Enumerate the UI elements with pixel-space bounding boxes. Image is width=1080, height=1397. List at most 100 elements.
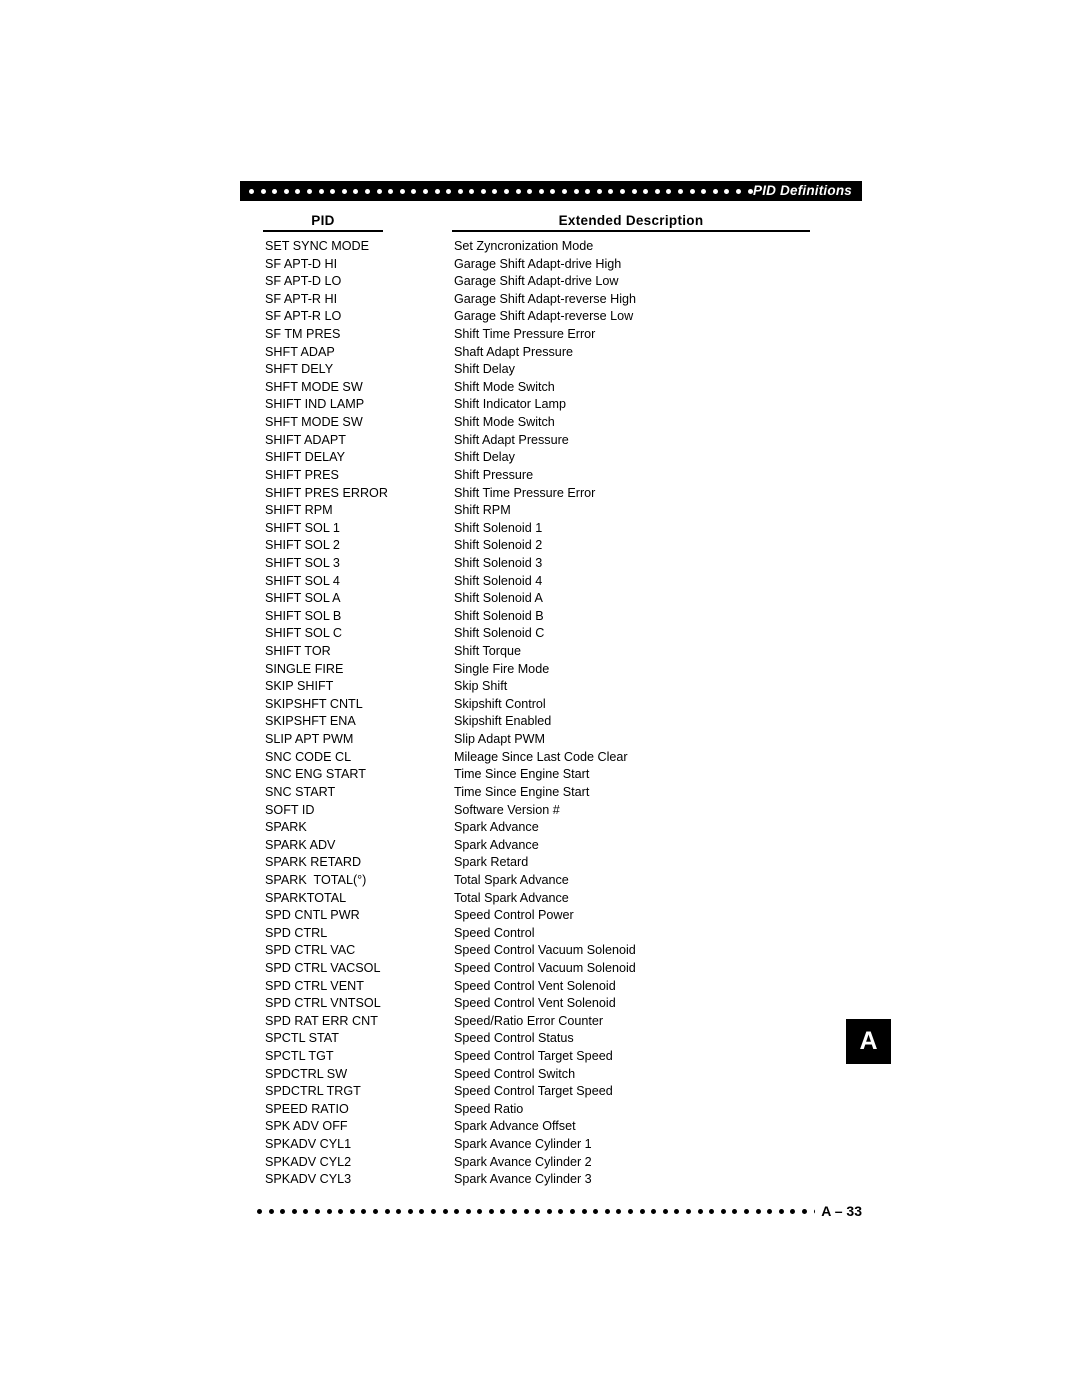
- ornament-dot: [376, 188, 382, 194]
- pid-description-cell: Shaft Adapt Pressure: [454, 344, 574, 359]
- pid-description-cell: Speed Control Target Speed: [454, 1084, 613, 1099]
- table-row: SPARKTOTAL Total Spark Advance: [0, 890, 1080, 908]
- ornament-dot: [465, 1208, 471, 1214]
- pid-name-cell: SPARK: [265, 820, 307, 835]
- pid-name-cell: SHIFT DELAY: [265, 450, 346, 465]
- table-row: SPCTL STAT Speed Control Status: [0, 1030, 1080, 1048]
- ornament-dot: [523, 1208, 529, 1214]
- table-row: SNC CODE CL Mileage Since Last Code Clear: [0, 749, 1080, 767]
- ornament-dot: [306, 188, 312, 194]
- appendix-tab-marker: A: [846, 1019, 891, 1064]
- pid-description-cell: Slip Adapt PWM: [454, 732, 545, 747]
- pid-name-cell: SPDCTRL SW: [265, 1066, 348, 1081]
- pid-description-cell: Time Since Engine Start: [454, 767, 590, 782]
- ornament-dot: [280, 1208, 286, 1214]
- pid-description-cell: Spark Retard: [454, 855, 529, 870]
- ornament-dot: [767, 1208, 773, 1214]
- ornament-dot: [303, 1208, 309, 1214]
- pid-name-cell: SPD CTRL VAC: [265, 943, 356, 958]
- pid-name-cell: SHIFT PRES: [265, 467, 339, 482]
- pid-description-cell: Shift Solenoid 1: [454, 520, 543, 535]
- ornament-dot: [654, 188, 660, 194]
- pid-name-cell: SF TM PRES: [265, 327, 341, 342]
- pid-name-cell: SPKADV CYL2: [265, 1154, 352, 1169]
- ornament-dot: [364, 188, 370, 194]
- pid-description-cell: Shift Mode Switch: [454, 415, 555, 430]
- ornament-dot: [326, 1208, 332, 1214]
- table-row: SPKADV CYL1 Spark Avance Cylinder 1: [0, 1136, 1080, 1154]
- pid-description-cell: Software Version #: [454, 802, 560, 817]
- column-header-pid-rule: [263, 230, 383, 232]
- table-row: SF APT-R HI Garage Shift Adapt-reverse Hi…: [0, 291, 1080, 309]
- column-header-description-rule: [452, 230, 810, 232]
- pid-description-cell: Speed Ratio: [454, 1101, 524, 1116]
- table-row: SHIFT TOR Shift Torque: [0, 643, 1080, 661]
- pid-description-cell: Spark Advance: [454, 820, 539, 835]
- pid-name-cell: SF APT-R HI: [265, 291, 338, 306]
- pid-name-cell: SPD CTRL VACSOL: [265, 960, 381, 975]
- pid-description-cell: Speed Control Power: [454, 908, 574, 923]
- ornament-dot: [546, 1208, 552, 1214]
- table-row: SHIFT SOL 1 Shift Solenoid 1: [0, 520, 1080, 538]
- pid-description-cell: Spark Advance: [454, 837, 539, 852]
- pid-name-cell: SKIP SHIFT: [265, 679, 334, 694]
- table-row: SPEED RATIO Speed Ratio: [0, 1101, 1080, 1119]
- ornament-dot: [743, 1208, 749, 1214]
- pid-name-cell: SPD CTRL: [265, 925, 328, 940]
- pid-name-cell: SHFT MODE SW: [265, 379, 363, 394]
- table-row: SHIFT SOL 2 Shift Solenoid 2: [0, 537, 1080, 555]
- ornament-dot: [666, 188, 672, 194]
- pid-name-cell: SPEED RATIO: [265, 1101, 349, 1116]
- ornament-dot: [480, 188, 486, 194]
- pid-description-cell: Shift Solenoid 3: [454, 555, 543, 570]
- pid-description-cell: Garage Shift Adapt-reverse Low: [454, 309, 634, 324]
- table-row: SHFT MODE SW Shift Mode Switch: [0, 379, 1080, 397]
- table-row: SPDCTRL SW Speed Control Switch: [0, 1066, 1080, 1084]
- table-row: SHIFT PRES Shift Pressure: [0, 467, 1080, 485]
- pid-description-cell: Shift Delay: [454, 450, 515, 465]
- pid-description-cell: Speed Control Vacuum Solenoid: [454, 960, 636, 975]
- pid-description-cell: Garage Shift Adapt-drive Low: [454, 274, 619, 289]
- pid-name-cell: SNC ENG START: [265, 767, 366, 782]
- pid-name-cell: SPD RAT ERR CNT: [265, 1013, 378, 1028]
- ornament-dot: [585, 188, 591, 194]
- pid-description-cell: Time Since Engine Start: [454, 784, 590, 799]
- ornament-dot: [396, 1208, 402, 1214]
- table-row: SPARK Spark Advance: [0, 819, 1080, 837]
- table-row: SHIFT SOL B Shift Solenoid B: [0, 608, 1080, 626]
- pid-description-cell: Single Fire Mode: [454, 661, 550, 676]
- ornament-dot: [712, 188, 718, 194]
- pid-name-cell: SPKADV CYL1: [265, 1137, 352, 1152]
- ornament-dot: [388, 188, 394, 194]
- pid-description-cell: Shift Solenoid A: [454, 591, 543, 606]
- ornament-dot: [411, 188, 417, 194]
- pid-description-cell: Shift Adapt Pressure: [454, 432, 569, 447]
- ornament-dot: [272, 188, 278, 194]
- pid-description-cell: Garage Shift Adapt-drive High: [454, 256, 622, 271]
- table-row: SPARK ADV Spark Advance: [0, 837, 1080, 855]
- pid-description-cell: Spark Avance Cylinder 1: [454, 1137, 592, 1152]
- pid-name-cell: SHFT ADAP: [265, 344, 335, 359]
- pid-name-cell: SHIFT SOL C: [265, 626, 342, 641]
- pid-name-cell: SPD CTRL VNTSOL: [265, 996, 381, 1011]
- pid-description-cell: Speed/Ratio Error Counter: [454, 1013, 604, 1028]
- pid-description-cell: Speed Control Target Speed: [454, 1049, 613, 1064]
- ornament-dot: [457, 188, 463, 194]
- ornament-dot: [515, 188, 521, 194]
- pid-name-cell: SLIP APT PWM: [265, 732, 354, 747]
- table-row: SHIFT RPM Shift RPM: [0, 502, 1080, 520]
- pid-description-cell: Shift Indicator Lamp: [454, 397, 567, 412]
- pid-name-cell: SHIFT ADAPT: [265, 432, 346, 447]
- pid-name-cell: SPD CNTL PWR: [265, 908, 360, 923]
- table-row: SPDCTRL TRGT Speed Control Target Speed: [0, 1083, 1080, 1101]
- ornament-dot: [538, 188, 544, 194]
- pid-name-cell: SF APT-R LO: [265, 309, 342, 324]
- ornament-dot: [257, 1208, 262, 1214]
- ornament-dot: [747, 188, 753, 194]
- table-row: SHIFT SOL C Shift Solenoid C: [0, 625, 1080, 643]
- pid-description-cell: Set Zyncronization Mode: [454, 239, 594, 253]
- table-row: SPD CNTL PWR Speed Control Power: [0, 907, 1080, 925]
- pid-description-cell: Shift Time Pressure Error: [454, 327, 596, 342]
- pid-description-cell: Shift RPM: [454, 503, 511, 518]
- table-row: SHIFT PRES ERROR Shift Time Pressure Erro…: [0, 485, 1080, 503]
